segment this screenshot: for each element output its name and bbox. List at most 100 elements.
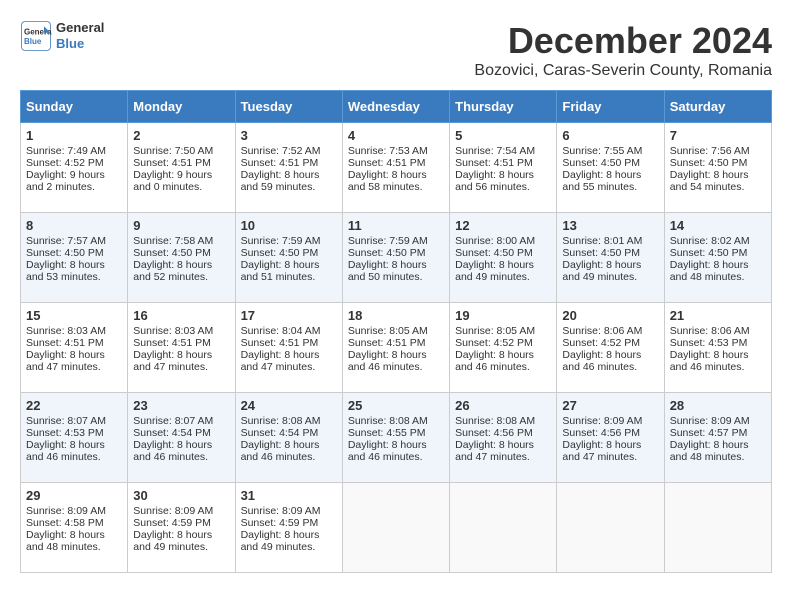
day-number: 12 <box>455 218 551 233</box>
sunrise-text: Sunrise: 7:49 AM <box>26 145 106 157</box>
day-number: 2 <box>133 128 229 143</box>
daylight-text: Daylight: 8 hours and 47 minutes. <box>455 439 534 463</box>
day-number: 28 <box>670 398 766 413</box>
sunset-text: Sunset: 4:50 PM <box>670 157 748 169</box>
calendar-cell: 30Sunrise: 8:09 AMSunset: 4:59 PMDayligh… <box>128 483 235 573</box>
sunset-text: Sunset: 4:57 PM <box>670 427 748 439</box>
sunrise-text: Sunrise: 8:06 AM <box>562 325 642 337</box>
sunrise-text: Sunrise: 8:01 AM <box>562 235 642 247</box>
day-number: 3 <box>241 128 337 143</box>
sunrise-text: Sunrise: 8:09 AM <box>562 415 642 427</box>
day-number: 24 <box>241 398 337 413</box>
calendar-cell: 26Sunrise: 8:08 AMSunset: 4:56 PMDayligh… <box>450 393 557 483</box>
daylight-text: Daylight: 8 hours and 49 minutes. <box>133 529 212 553</box>
day-number: 20 <box>562 308 658 323</box>
calendar-week-5: 29 Sunrise: 8:09 AM Sunset: 4:58 PM Dayligh… <box>21 483 772 573</box>
calendar-cell: 4 Sunrise: 7:53 AMSunset: 4:51 PMDaylight… <box>342 123 449 213</box>
calendar-cell: 17Sunrise: 8:04 AMSunset: 4:51 PMDayligh… <box>235 303 342 393</box>
sunrise-text: Sunrise: 8:08 AM <box>241 415 321 427</box>
daylight-text: Daylight: 8 hours and 46 minutes. <box>348 439 427 463</box>
calendar-cell: 24Sunrise: 8:08 AMSunset: 4:54 PMDayligh… <box>235 393 342 483</box>
day-number: 19 <box>455 308 551 323</box>
sunset-text: Sunset: 4:56 PM <box>562 427 640 439</box>
day-number: 29 <box>26 488 122 503</box>
sunrise-text: Sunrise: 8:05 AM <box>348 325 428 337</box>
sunset-text: Sunset: 4:51 PM <box>348 157 426 169</box>
sunrise-text: Sunrise: 8:09 AM <box>241 505 321 517</box>
calendar-cell: 19Sunrise: 8:05 AMSunset: 4:52 PMDayligh… <box>450 303 557 393</box>
calendar-cell: 1Sunrise: 7:49 AMSunset: 4:52 PMDaylight… <box>21 123 128 213</box>
day-number: 5 <box>455 128 551 143</box>
daylight-text: Daylight: 8 hours and 46 minutes. <box>455 349 534 373</box>
sunrise-text: Sunrise: 8:08 AM <box>455 415 535 427</box>
daylight-text: Daylight: 8 hours and 47 minutes. <box>133 349 212 373</box>
calendar-cell <box>664 483 771 573</box>
daylight-text: Daylight: 8 hours and 54 minutes. <box>670 169 749 193</box>
day-number: 6 <box>562 128 658 143</box>
day-number: 30 <box>133 488 229 503</box>
day-number: 7 <box>670 128 766 143</box>
column-header-tuesday: Tuesday <box>235 91 342 123</box>
sunrise-text: Sunrise: 8:06 AM <box>670 325 750 337</box>
calendar-week-3: 15Sunrise: 8:03 AMSunset: 4:51 PMDayligh… <box>21 303 772 393</box>
daylight-text: Daylight: 8 hours and 55 minutes. <box>562 169 641 193</box>
day-number: 9 <box>133 218 229 233</box>
sunrise-text: Sunrise: 7:54 AM <box>455 145 535 157</box>
sunset-text: Sunset: 4:50 PM <box>455 247 533 259</box>
sunset-text: Sunset: 4:54 PM <box>241 427 319 439</box>
calendar-cell: 29Sunrise: 8:09 AMSunset: 4:58 PMDayligh… <box>21 483 128 573</box>
day-number: 23 <box>133 398 229 413</box>
sunset-text: Sunset: 4:50 PM <box>26 247 104 259</box>
sunset-text: Sunset: 4:51 PM <box>133 337 211 349</box>
svg-text:Blue: Blue <box>24 37 42 46</box>
daylight-text: Daylight: 8 hours and 49 minutes. <box>455 259 534 283</box>
calendar-cell: 7Sunrise: 7:56 AMSunset: 4:50 PMDaylight… <box>664 123 771 213</box>
sunrise-text: Sunrise: 7:52 AM <box>241 145 321 157</box>
sunset-text: Sunset: 4:53 PM <box>26 427 104 439</box>
day-number: 13 <box>562 218 658 233</box>
day-number: 18 <box>348 308 444 323</box>
calendar-cell: 27Sunrise: 8:09 AMSunset: 4:56 PMDayligh… <box>557 393 664 483</box>
page-header: General Blue General Blue December 2024 … <box>20 20 772 80</box>
day-number: 27 <box>562 398 658 413</box>
calendar-cell: 11 Sunrise: 7:59 AMSunset: 4:50 PMDayligh… <box>342 213 449 303</box>
day-number: 16 <box>133 308 229 323</box>
sunset-text: Sunset: 4:58 PM <box>26 517 104 529</box>
daylight-text: Daylight: 8 hours and 46 minutes. <box>348 349 427 373</box>
logo: General Blue General Blue <box>20 20 104 52</box>
sunrise-text: Sunrise: 8:09 AM <box>670 415 750 427</box>
calendar-cell: 15Sunrise: 8:03 AMSunset: 4:51 PMDayligh… <box>21 303 128 393</box>
calendar-cell: 13Sunrise: 8:01 AMSunset: 4:50 PMDayligh… <box>557 213 664 303</box>
sunset-text: Sunset: 4:59 PM <box>241 517 319 529</box>
calendar-cell: 31Sunrise: 8:09 AMSunset: 4:59 PMDayligh… <box>235 483 342 573</box>
calendar-week-1: 1 Sunrise: 7:49 AMSunset: 4:52 PM Daylight… <box>21 123 772 213</box>
day-number: 1 <box>26 128 122 143</box>
sunset-text: Sunset: 4:50 PM <box>348 247 426 259</box>
sunset-text: Sunset: 4:55 PM <box>348 427 426 439</box>
sunrise-text: Sunrise: 8:02 AM <box>670 235 750 247</box>
sunrise-text: Sunrise: 8:09 AM <box>133 505 213 517</box>
calendar-cell: 5Sunrise: 7:54 AMSunset: 4:51 PMDaylight… <box>450 123 557 213</box>
calendar-cell: 9Sunrise: 7:58 AMSunset: 4:50 PMDaylight… <box>128 213 235 303</box>
sunset-text: Sunset: 4:51 PM <box>26 337 104 349</box>
calendar-week-4: 22Sunrise: 8:07 AMSunset: 4:53 PMDayligh… <box>21 393 772 483</box>
day-number: 11 <box>348 218 444 233</box>
sunrise-text: Sunrise: 7:59 AM <box>348 235 428 247</box>
daylight-text: Daylight: 8 hours and 52 minutes. <box>133 259 212 283</box>
calendar-cell: 21Sunrise: 8:06 AMSunset: 4:53 PMDayligh… <box>664 303 771 393</box>
day-number: 10 <box>241 218 337 233</box>
column-header-saturday: Saturday <box>664 91 771 123</box>
sunrise-text: Sunrise: 8:03 AM <box>133 325 213 337</box>
sunrise-text: Sunrise: 8:03 AM <box>26 325 106 337</box>
sunset-text: Sunset: 4:51 PM <box>241 157 319 169</box>
title-area: December 2024 Bozovici, Caras-Severin Co… <box>474 20 772 80</box>
sunset-text: Sunset: 4:51 PM <box>348 337 426 349</box>
calendar-cell <box>450 483 557 573</box>
daylight-text: Daylight: 8 hours and 58 minutes. <box>348 169 427 193</box>
day-number: 4 <box>348 128 444 143</box>
sunset-text: Sunset: 4:52 PM <box>26 157 104 169</box>
sunrise-text: Sunrise: 7:53 AM <box>348 145 428 157</box>
daylight-text: Daylight: 8 hours and 50 minutes. <box>348 259 427 283</box>
sunrise-text: Sunrise: 7:57 AM <box>26 235 106 247</box>
column-header-sunday: Sunday <box>21 91 128 123</box>
